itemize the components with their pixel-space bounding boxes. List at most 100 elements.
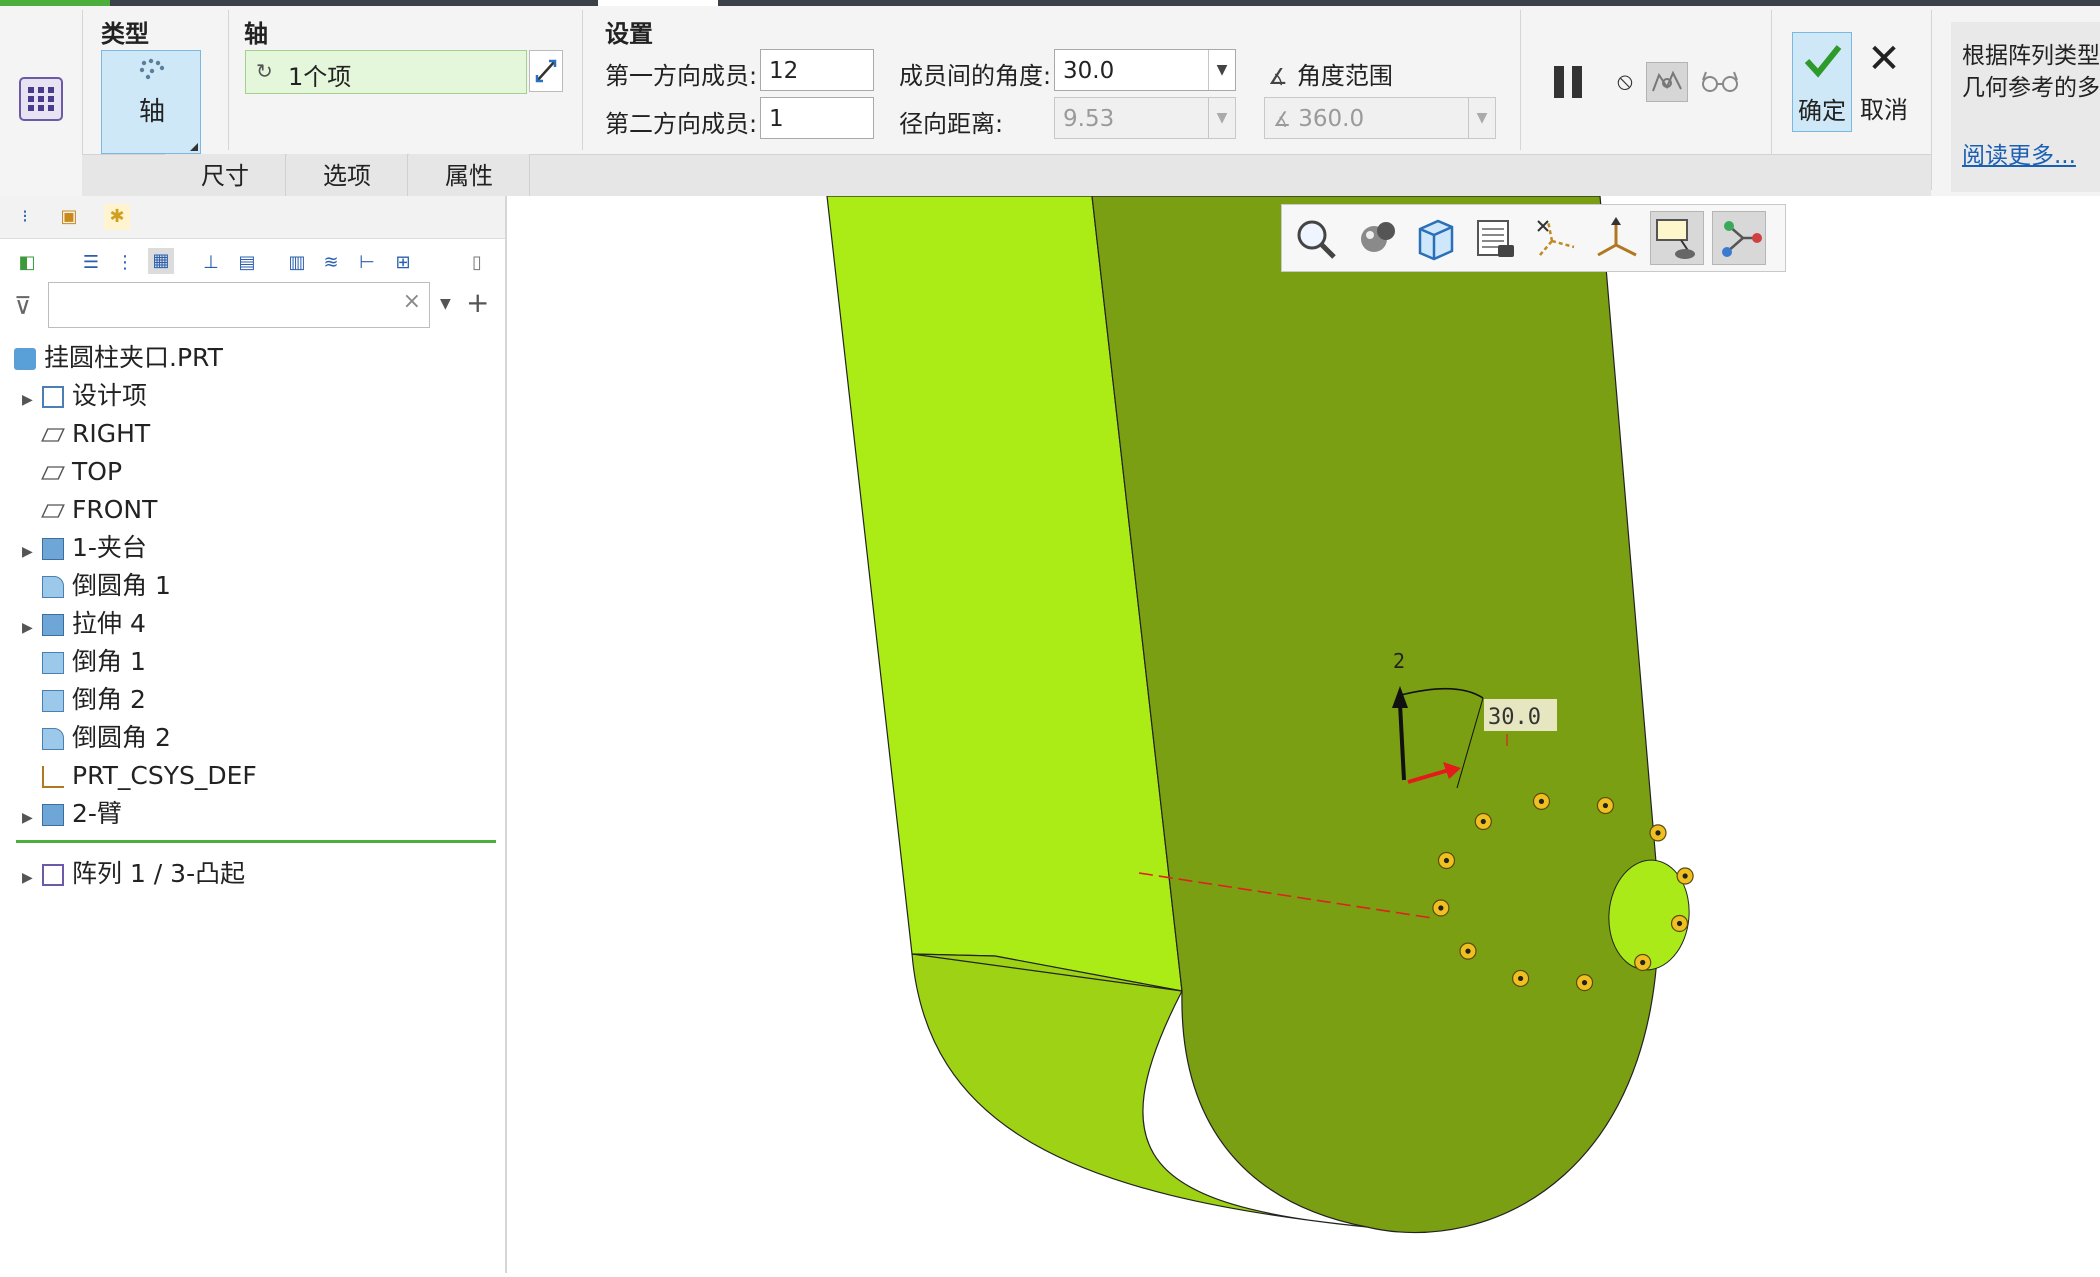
- angle-range-value: 360.0: [1298, 106, 1365, 132]
- type-axis-button[interactable]: 轴: [101, 50, 201, 154]
- expand-arrow-icon[interactable]: ▶: [22, 534, 42, 570]
- checkmark-icon: [1804, 45, 1842, 78]
- tree-item-label: PRT_CSYS_DEF: [72, 761, 257, 790]
- tree-root[interactable]: 挂圆柱夹口.PRT: [14, 340, 223, 376]
- tree-item-label: 阵列 1 / 3-凸起: [72, 859, 246, 888]
- tab-properties[interactable]: 属性: [409, 154, 530, 198]
- chevron-down-icon[interactable]: ▼: [440, 296, 451, 312]
- read-more-link[interactable]: 阅读更多...: [1962, 136, 2076, 170]
- tree-search-input[interactable]: ×: [48, 282, 430, 328]
- datum-plane-icon: [41, 428, 65, 442]
- tree-item-csys[interactable]: PRT_CSYS_DEF: [22, 758, 257, 794]
- tree-item-round-2[interactable]: 倒圆角 2: [22, 720, 171, 756]
- axis-section-title: 轴: [244, 20, 268, 48]
- angle-range-toggle[interactable]: ∡ 角度范围: [1268, 56, 1393, 90]
- model-tree-tab-icon[interactable]: ⁝: [12, 204, 38, 230]
- angle-between-members-value: 30.0: [1063, 58, 1115, 84]
- folder-browser-tab-icon[interactable]: ▣: [56, 204, 82, 230]
- tree-item-label: 拉伸 4: [72, 609, 146, 638]
- tree-item-design-items[interactable]: ▶ 设计项: [22, 378, 147, 414]
- appearance-icon[interactable]: [1350, 211, 1404, 265]
- add-column-icon[interactable]: +: [466, 286, 489, 319]
- datum-display-icon[interactable]: [1530, 211, 1584, 265]
- spin-center-icon[interactable]: [1712, 211, 1766, 265]
- pattern-member-dot: [1517, 975, 1524, 982]
- display-style-icon[interactable]: [1408, 211, 1462, 265]
- graphics-window[interactable]: 2 30.0: [507, 195, 2100, 1273]
- tree-item-label: 倒圆角 1: [72, 571, 171, 600]
- tree-item-right[interactable]: RIGHT: [22, 416, 150, 452]
- first-direction-members-input[interactable]: 12: [760, 49, 874, 91]
- angle-between-members-dropdown[interactable]: 30.0 ▼: [1054, 49, 1236, 91]
- tree-item-arm[interactable]: ▶ 2-臂: [22, 796, 122, 832]
- chevron-down-icon: ▼: [1208, 98, 1235, 138]
- tree-item-round-1[interactable]: 倒圆角 1: [22, 568, 171, 604]
- help-tip-line1: 根据阵列类型: [1962, 43, 2100, 69]
- expand-arrow-icon[interactable]: ▶: [22, 800, 42, 836]
- refit-zoom-icon[interactable]: [1288, 211, 1342, 265]
- radial-distance-value: 9.53: [1063, 106, 1115, 132]
- pattern-member-dot: [1480, 818, 1486, 825]
- axis-collector[interactable]: ↻ 1个项: [245, 50, 527, 94]
- help-tip-line2: 几何参考的多: [1962, 75, 2100, 101]
- tree-item-label: 倒圆角 2: [72, 723, 171, 752]
- chamfer-icon: [42, 690, 64, 712]
- flip-direction-button[interactable]: [529, 50, 563, 92]
- show-icon[interactable]: ◧: [14, 250, 40, 276]
- layers-icon[interactable]: ≋: [318, 250, 344, 276]
- structure-icon[interactable]: ⊞: [390, 250, 416, 276]
- chamfer-icon: [42, 652, 64, 674]
- round-icon: [42, 728, 64, 750]
- layer-list-icon[interactable]: ▥: [284, 250, 310, 276]
- saved-views-icon[interactable]: [1468, 211, 1522, 265]
- annotation-display-icon[interactable]: [1650, 211, 1704, 265]
- tree-settings-icon[interactable]: ▤: [234, 250, 260, 276]
- tree-item-top[interactable]: TOP: [22, 454, 122, 490]
- tree-item-front[interactable]: FRONT: [22, 492, 157, 528]
- tree-table-icon[interactable]: ▦: [148, 248, 174, 274]
- tree-filter-icon[interactable]: ⊥: [198, 250, 224, 276]
- tree-item-chamfer-2[interactable]: 倒角 2: [22, 682, 146, 718]
- ok-button[interactable]: 确定: [1792, 32, 1852, 132]
- type-section-title: 类型: [101, 20, 149, 48]
- document-icon[interactable]: ▯: [464, 250, 490, 276]
- tree-item-clamp-base[interactable]: ▶ 1-夹台: [22, 530, 147, 566]
- axis-ref-icon: ↻: [256, 59, 273, 83]
- settings-section-title: 设置: [605, 20, 653, 48]
- clear-search-icon[interactable]: ×: [403, 289, 421, 314]
- angle-range-label: 角度范围: [1296, 62, 1393, 90]
- second-direction-members-input[interactable]: 1: [760, 97, 874, 139]
- pause-button[interactable]: [1552, 64, 1588, 100]
- tree-item-chamfer-1[interactable]: 倒角 1: [22, 644, 146, 680]
- expand-arrow-icon[interactable]: ▶: [22, 860, 42, 896]
- navigator-tabs: ⁝ ▣ ✱: [0, 196, 505, 239]
- geometry-preview-button[interactable]: [1646, 62, 1688, 102]
- tree-item-extrude-4[interactable]: ▶ 拉伸 4: [22, 606, 146, 642]
- datum-plane-icon: [41, 504, 65, 518]
- no-preview-icon[interactable]: ⦸: [1610, 66, 1640, 96]
- tree-item-label: 1-夹台: [72, 533, 147, 562]
- tree-item-pattern[interactable]: ▶ 阵列 1 / 3-凸起: [22, 856, 245, 892]
- tree-item-label: 2-臂: [72, 799, 122, 828]
- ok-label: 确定: [1798, 97, 1846, 125]
- expand-arrow-icon[interactable]: ▶: [22, 382, 42, 418]
- angle-dimension-value[interactable]: 30.0: [1488, 705, 1541, 730]
- cancel-button[interactable]: ✕ 取消: [1856, 32, 1912, 132]
- glasses-preview-icon[interactable]: [1698, 66, 1742, 96]
- chevron-down-icon[interactable]: ▼: [1208, 50, 1235, 90]
- hierarchy-icon[interactable]: ⊢: [354, 250, 380, 276]
- expand-arrow-icon[interactable]: ▶: [22, 610, 42, 646]
- pattern-member-dot: [1655, 830, 1661, 836]
- tree-columns-icon[interactable]: ⋮: [112, 250, 138, 276]
- pattern-member-dot: [1640, 959, 1646, 966]
- favorites-tab-icon[interactable]: ✱: [104, 204, 130, 230]
- chevron-down-icon: ▼: [1468, 98, 1495, 138]
- tab-dimensions[interactable]: 尺寸: [165, 154, 286, 198]
- csys-display-icon[interactable]: [1590, 211, 1644, 265]
- insert-here-indicator[interactable]: [16, 840, 496, 843]
- second-direction-members-label: 第二方向成员:: [605, 110, 758, 138]
- dimension-label-2[interactable]: 2: [1393, 649, 1405, 673]
- tree-list-icon[interactable]: ☰: [78, 250, 104, 276]
- type-dropdown-corner[interactable]: [190, 143, 198, 151]
- tab-options[interactable]: 选项: [287, 154, 408, 198]
